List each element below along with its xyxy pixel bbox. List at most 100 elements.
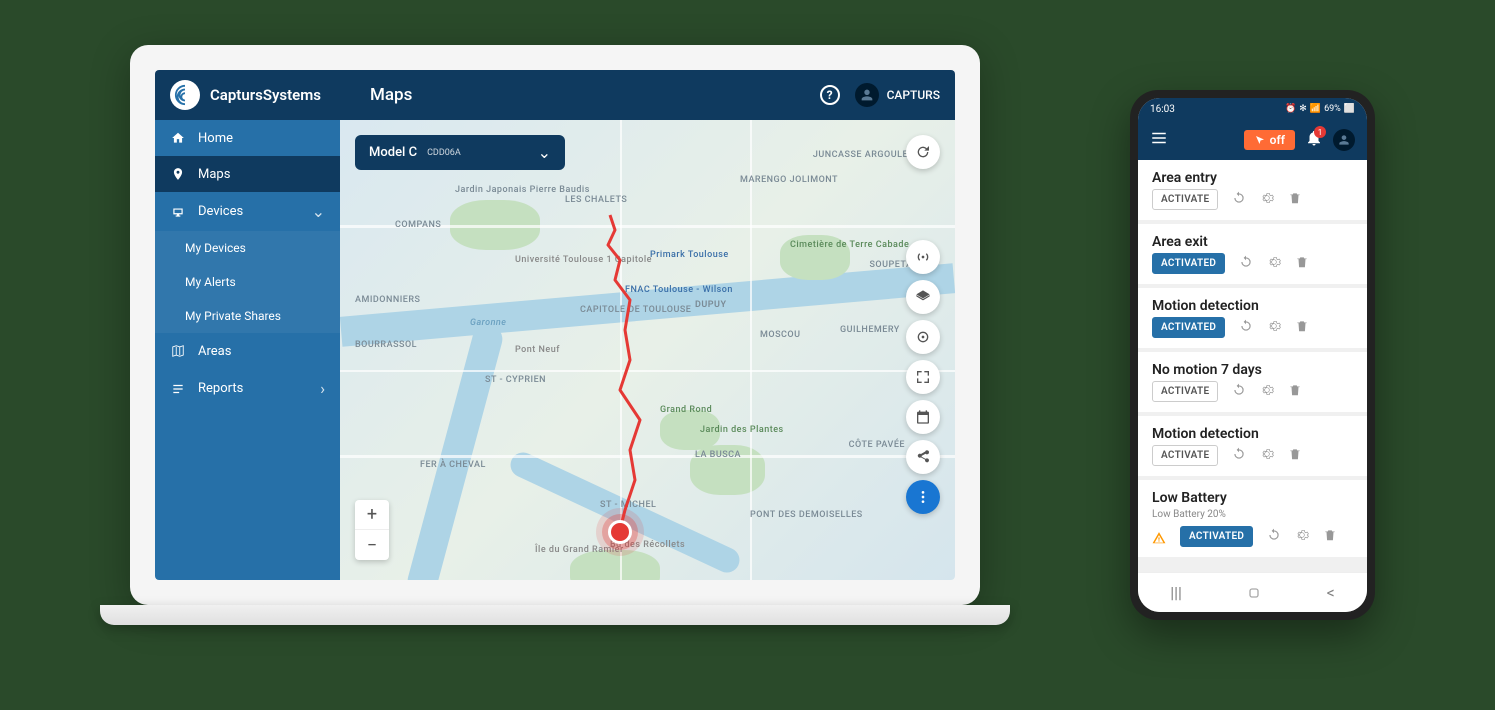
refresh-button[interactable]	[906, 135, 940, 169]
map-label: ST - CYPRIEN	[485, 375, 546, 385]
map-label: Pont Neuf	[515, 345, 560, 355]
zoom-out-button[interactable]: −	[355, 530, 389, 560]
alert-title: Motion detection	[1152, 298, 1353, 314]
sidebar-item-maps[interactable]: Maps	[155, 156, 340, 192]
sidebar-item-devices[interactable]: Devices ⌄	[155, 192, 340, 231]
battery-icon: ⬜	[1344, 104, 1355, 114]
activate-button[interactable]: ACTIVATE	[1152, 189, 1218, 210]
sidebar-item-label: Devices	[198, 204, 300, 219]
activate-button[interactable]: ACTIVATED	[1152, 253, 1225, 274]
refresh-icon[interactable]	[1239, 254, 1253, 273]
sidebar-item-label: Reports	[198, 381, 308, 396]
sidebar-item-label: Maps	[198, 167, 325, 182]
trash-icon[interactable]	[1295, 254, 1309, 273]
gear-icon[interactable]	[1295, 527, 1309, 546]
broadcast-button[interactable]	[906, 240, 940, 274]
calendar-button[interactable]	[906, 400, 940, 434]
track-current-position-marker[interactable]	[608, 520, 632, 544]
laptop-base	[100, 605, 1010, 625]
map-label: FNAC Toulouse - Wilson	[625, 285, 733, 295]
map-label: Jardin Japonais Pierre Baudis	[455, 185, 590, 195]
chevron-right-icon: ›	[320, 379, 325, 398]
activate-button[interactable]: ACTIVATED	[1180, 526, 1253, 547]
off-badge[interactable]: off	[1244, 130, 1295, 150]
sidebar-item-my-private-shares[interactable]: My Private Shares	[155, 299, 340, 333]
refresh-icon[interactable]	[1239, 318, 1253, 337]
alerts-list[interactable]: Area entry ACTIVATE Area exit ACTIVATED …	[1138, 160, 1367, 572]
sidebar-item-home[interactable]: Home	[155, 120, 340, 156]
user-menu[interactable]: CAPTURS	[855, 83, 940, 107]
share-button[interactable]	[906, 440, 940, 474]
activate-button[interactable]: ACTIVATE	[1152, 445, 1218, 466]
gear-icon[interactable]	[1267, 254, 1281, 273]
alert-title: No motion 7 days	[1152, 362, 1353, 378]
menu-button[interactable]	[1150, 129, 1168, 151]
alert-title: Motion detection	[1152, 426, 1353, 442]
refresh-icon[interactable]	[1232, 190, 1246, 209]
warning-icon	[1152, 530, 1166, 544]
gear-icon[interactable]	[1260, 382, 1274, 401]
map-label: Primark Toulouse	[650, 250, 729, 260]
sidebar-item-reports[interactable]: Reports ›	[155, 369, 340, 408]
more-options-button[interactable]	[906, 480, 940, 514]
fullscreen-button[interactable]	[906, 360, 940, 394]
refresh-icon[interactable]	[1232, 446, 1246, 465]
status-time: 16:03	[1150, 104, 1175, 115]
zoom-in-button[interactable]: +	[355, 500, 389, 530]
trash-icon[interactable]	[1288, 446, 1302, 465]
map-label: COMPANS	[395, 220, 441, 230]
device-selector-dropdown[interactable]: Model C CDD06A ⌄	[355, 135, 565, 170]
phone-screen: 16:03 ⏰ ✻ 📶 69% ⬜ off 1	[1138, 98, 1367, 612]
recents-button[interactable]: |||	[1170, 583, 1182, 602]
zoom-controls: + −	[355, 500, 389, 560]
activate-button[interactable]: ACTIVATED	[1152, 317, 1225, 338]
locate-button[interactable]	[906, 320, 940, 354]
refresh-icon[interactable]	[1232, 382, 1246, 401]
layers-button[interactable]	[906, 280, 940, 314]
map-label: CAPITOLE DE TOULOUSE	[580, 305, 691, 315]
devices-submenu: My Devices My Alerts My Private Shares	[155, 231, 340, 333]
activate-button[interactable]: ACTIVATE	[1152, 381, 1218, 402]
trash-icon[interactable]	[1323, 527, 1337, 546]
user-name: CAPTURS	[887, 88, 940, 102]
alert-subtitle: Low Battery 20%	[1152, 509, 1353, 520]
sidebar: Home Maps Devices ⌄ My Devices	[155, 120, 340, 580]
map-pin-icon	[170, 166, 186, 182]
gear-icon[interactable]	[1260, 446, 1274, 465]
phone-user-avatar[interactable]	[1333, 129, 1355, 151]
sidebar-item-areas[interactable]: Areas	[155, 333, 340, 369]
map-canvas[interactable]: JUNCASSE ARGOULETS MARENGO JOLIMONT LES …	[340, 120, 955, 580]
laptop-frame: CaptursSystems Maps ? CAPTURS	[130, 45, 980, 635]
gear-icon[interactable]	[1267, 318, 1281, 337]
trash-icon[interactable]	[1288, 190, 1302, 209]
alert-actions: ACTIVATED	[1152, 253, 1353, 274]
user-avatar-icon	[855, 83, 879, 107]
phone-nav-bar: ||| <	[1138, 572, 1367, 612]
map-label: LA BUSCA	[695, 450, 741, 460]
sidebar-item-my-alerts[interactable]: My Alerts	[155, 265, 340, 299]
map-label: JUNCASSE ARGOULETS	[813, 150, 920, 160]
map-label: DUPUY	[695, 300, 727, 310]
reports-icon	[170, 381, 186, 397]
help-icon[interactable]: ?	[820, 85, 840, 105]
alert-card: Area exit ACTIVATED	[1138, 224, 1367, 284]
alert-actions: ACTIVATE	[1152, 189, 1353, 210]
trash-icon[interactable]	[1295, 318, 1309, 337]
sidebar-item-my-devices[interactable]: My Devices	[155, 231, 340, 265]
sidebar-item-label: My Alerts	[185, 275, 325, 289]
back-button[interactable]: <	[1327, 583, 1335, 602]
gear-icon[interactable]	[1260, 190, 1274, 209]
trash-icon[interactable]	[1288, 382, 1302, 401]
alert-actions: ACTIVATED	[1152, 526, 1353, 547]
phone-status-bar: 16:03 ⏰ ✻ 📶 69% ⬜	[1138, 98, 1367, 120]
header-actions: ? CAPTURS	[820, 83, 940, 107]
refresh-icon[interactable]	[1267, 527, 1281, 546]
app-header: CaptursSystems Maps ? CAPTURS	[155, 70, 955, 120]
map-label: FER À CHEVAL	[420, 460, 486, 470]
map-label: ST - MICHEL	[600, 500, 656, 510]
notifications-button[interactable]: 1	[1305, 129, 1323, 151]
chevron-down-icon: ⌄	[312, 202, 325, 221]
alert-title: Area exit	[1152, 234, 1353, 250]
map-label: Jardin des Plantes	[700, 425, 784, 435]
home-button[interactable]	[1246, 585, 1262, 601]
